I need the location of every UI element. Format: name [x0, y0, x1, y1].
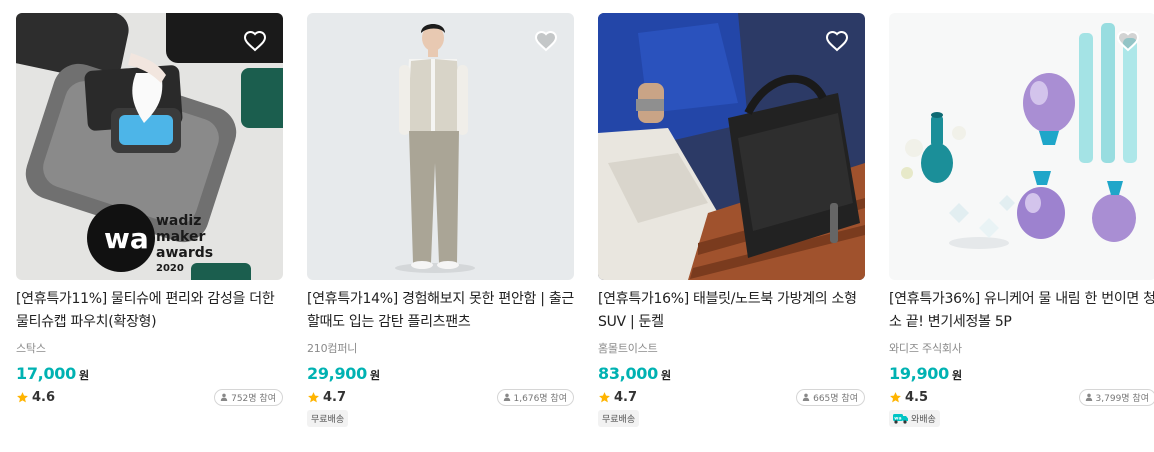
svg-text:maker: maker: [156, 229, 205, 245]
star-icon: [308, 391, 319, 402]
person-icon: [802, 393, 810, 401]
participants-badge: 665명 참여: [796, 388, 865, 406]
meta-row: 4.6 752명 참여: [16, 388, 283, 406]
price: 17,000: [16, 364, 76, 383]
laptop-bag-image: [598, 13, 865, 280]
currency: 원: [951, 369, 963, 382]
person-icon: [220, 393, 228, 401]
price: 19,900: [889, 364, 949, 383]
product-card[interactable]: [연휴특가16%] 태블릿/노트북 가방계의 소형 SUV | 둔켈 홈몰트이스…: [598, 13, 865, 427]
tag-label: 와배송: [911, 415, 936, 425]
product-title[interactable]: [연휴특가16%] 태블릿/노트북 가방계의 소형 SUV | 둔켈: [598, 288, 865, 334]
person-icon: [1085, 393, 1092, 401]
meta-row: 4.5 3,799명 참여: [889, 388, 1154, 406]
product-thumbnail[interactable]: [889, 13, 1154, 280]
rating-value: 4.6: [32, 389, 56, 405]
product-thumbnail[interactable]: [598, 13, 865, 280]
maker-name[interactable]: 홈몰트이스트: [598, 340, 865, 356]
meta-row: 4.7 665명 참여: [598, 388, 865, 406]
maker-name[interactable]: 와디즈 주식회사: [889, 340, 1154, 356]
wipes-pouch-image: wa wadiz maker awards 2020: [16, 13, 283, 280]
svg-text:wa: wa: [894, 417, 901, 422]
maker-name[interactable]: 스탁스: [16, 340, 283, 356]
product-thumbnail[interactable]: [307, 13, 574, 280]
rating: 4.7: [307, 390, 346, 405]
price-row: 19,900 원: [889, 364, 1154, 383]
star-icon: [17, 391, 28, 402]
product-thumbnail[interactable]: wa wadiz maker awards 2020: [16, 13, 283, 280]
product-title[interactable]: [연휴특가11%] 물티슈에 편리와 감성을 더한 물티슈캡 파우치(확장형): [16, 288, 283, 334]
toilet-cleaning-ball-image: [889, 13, 1154, 280]
product-title[interactable]: [연휴특가14%] 경험해보지 못한 편안함 | 출근할때도 입는 감탄 플리츠…: [307, 288, 574, 334]
price-row: 83,000 원: [598, 364, 865, 383]
star-icon: [890, 391, 901, 402]
rating-value: 4.5: [905, 389, 929, 405]
price: 29,900: [307, 364, 367, 383]
tag-label: 무료배송: [602, 415, 636, 425]
free-shipping-tag: 무료배송: [598, 410, 640, 427]
product-grid: wa wadiz maker awards 2020 [연휴특가11%] 물티슈…: [0, 0, 1154, 452]
svg-text:wadiz: wadiz: [156, 213, 201, 229]
heart-icon[interactable]: [825, 29, 849, 53]
participants-badge: 752명 참여: [214, 388, 283, 406]
heart-icon[interactable]: [534, 29, 558, 53]
rating: 4.5: [889, 390, 928, 405]
product-card[interactable]: [연휴특가14%] 경험해보지 못한 편안함 | 출근할때도 입는 감탄 플리츠…: [307, 13, 574, 427]
price-row: 17,000 원: [16, 364, 283, 383]
wabaesong-tag: wa 와배송: [889, 410, 940, 427]
currency: 원: [660, 369, 672, 382]
rating: 4.7: [598, 390, 637, 405]
maker-name[interactable]: 210컴퍼니: [307, 340, 574, 356]
currency: 원: [78, 369, 90, 382]
product-card[interactable]: wa wadiz maker awards 2020 [연휴특가11%] 물티슈…: [16, 13, 283, 406]
heart-icon[interactable]: [1116, 29, 1140, 53]
truck-icon: wa: [893, 414, 908, 424]
rating-value: 4.7: [323, 389, 347, 405]
svg-text:awards: awards: [156, 245, 213, 261]
participants-badge: 1,676명 참여: [496, 388, 574, 406]
svg-text:2020: 2020: [156, 263, 184, 274]
heart-icon[interactable]: [243, 29, 267, 53]
product-title[interactable]: [연휴특가36%] 유니케어 물 내림 한 번이면 청소 끝! 변기세정볼 5P: [889, 288, 1154, 334]
price-row: 29,900 원: [307, 364, 574, 383]
free-shipping-tag: 무료배송: [307, 410, 349, 427]
star-icon: [599, 391, 610, 402]
rating: 4.6: [16, 390, 55, 405]
badge-logo: wa: [104, 222, 149, 255]
participants-count: 665명 참여: [813, 393, 858, 404]
participants-badge: 3,799명 참여: [1078, 388, 1154, 406]
price: 83,000: [598, 364, 658, 383]
participants-count: 752명 참여: [231, 393, 276, 404]
product-card[interactable]: [연휴특가36%] 유니케어 물 내림 한 번이면 청소 끝! 변기세정볼 5P…: [889, 13, 1154, 428]
rating-value: 4.7: [614, 389, 638, 405]
participants-count: 1,676명 참여: [513, 393, 567, 404]
meta-row: 4.7 1,676명 참여: [307, 388, 574, 406]
participants-count: 3,799명 참여: [1095, 393, 1149, 404]
tag-label: 무료배송: [311, 415, 345, 425]
person-icon: [503, 393, 510, 401]
currency: 원: [369, 369, 381, 382]
pleats-pants-model-image: [307, 13, 574, 280]
